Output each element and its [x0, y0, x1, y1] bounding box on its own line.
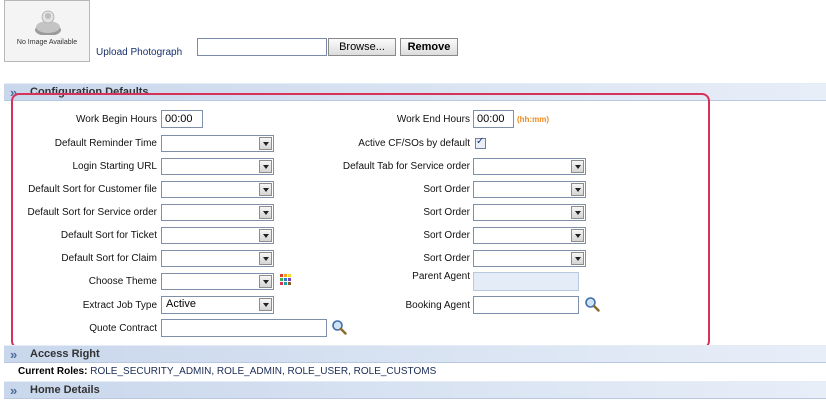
sort-order-label-2: Sort Order — [423, 207, 470, 218]
current-roles-value: ROLE_SECURITY_ADMIN, ROLE_ADMIN, ROLE_US… — [90, 366, 437, 377]
chevron-icon: » — [10, 383, 17, 398]
sort-service-select[interactable] — [161, 204, 274, 221]
choose-theme-select[interactable] — [161, 273, 274, 290]
time-format-hint: (hh:mm) — [517, 115, 549, 124]
extract-job-select[interactable]: Active — [161, 296, 274, 314]
sort-order-select-1[interactable] — [473, 181, 586, 198]
parent-agent-field — [473, 272, 579, 291]
remove-button[interactable]: Remove — [400, 38, 458, 56]
sort-customer-select[interactable] — [161, 181, 274, 198]
dropdown-arrow-icon[interactable] — [259, 229, 272, 242]
sort-claim-select[interactable] — [161, 250, 274, 267]
sort-customer-label: Default Sort for Customer file — [28, 184, 157, 195]
theme-palette-icon[interactable] — [280, 274, 291, 285]
dropdown-arrow-icon[interactable] — [259, 298, 272, 311]
work-begin-label: Work Begin Hours — [76, 114, 157, 125]
booking-agent-label: Booking Agent — [405, 300, 471, 311]
sort-claim-label: Default Sort for Claim — [61, 253, 157, 264]
dropdown-arrow-icon[interactable] — [571, 183, 584, 196]
dropdown-arrow-icon[interactable] — [259, 183, 272, 196]
sort-ticket-label: Default Sort for Ticket — [60, 230, 157, 241]
sort-order-label-4: Sort Order — [423, 253, 470, 264]
section-title: Access Right — [30, 348, 100, 360]
work-end-input[interactable]: 00:00 — [473, 110, 514, 128]
sort-service-label: Default Sort for Service order — [27, 207, 158, 218]
search-icon[interactable] — [331, 319, 347, 335]
extract-job-label: Extract Job Type — [82, 300, 157, 311]
dropdown-arrow-icon[interactable] — [259, 137, 272, 150]
quote-contract-input[interactable] — [161, 319, 327, 337]
reminder-time-select[interactable] — [161, 135, 274, 152]
current-roles-label: Current Roles: — [18, 366, 88, 377]
work-begin-input[interactable]: 00:00 — [161, 110, 203, 128]
parent-agent-label: Parent Agent — [412, 271, 470, 282]
sort-order-label-3: Sort Order — [423, 230, 470, 241]
dropdown-arrow-icon[interactable] — [571, 160, 584, 173]
dropdown-arrow-icon[interactable] — [259, 206, 272, 219]
quote-contract-label: Quote Contract — [89, 323, 157, 334]
work-end-label: Work End Hours — [396, 114, 470, 125]
person-icon — [35, 10, 61, 35]
current-roles-line: Current Roles: ROLE_SECURITY_ADMIN, ROLE… — [18, 366, 436, 377]
photo-file-input[interactable] — [197, 38, 327, 56]
dropdown-arrow-icon[interactable] — [259, 160, 272, 173]
sort-order-select-2[interactable] — [473, 204, 586, 221]
chevron-icon: » — [10, 347, 17, 362]
sort-order-select-4[interactable] — [473, 250, 586, 267]
dropdown-arrow-icon[interactable] — [571, 229, 584, 242]
default-tab-select[interactable] — [473, 158, 586, 175]
login-url-select[interactable] — [161, 158, 274, 175]
sort-order-select-3[interactable] — [473, 227, 586, 244]
sort-ticket-select[interactable] — [161, 227, 274, 244]
dropdown-arrow-icon[interactable] — [571, 252, 584, 265]
reminder-time-label: Default Reminder Time — [54, 138, 157, 149]
section-title: Home Details — [30, 384, 100, 396]
active-cf-label: Active CF/SOs by default — [358, 138, 470, 149]
login-url-label: Login Starting URL — [72, 161, 158, 172]
search-icon[interactable] — [584, 296, 600, 312]
access-right-header[interactable]: » Access Right — [4, 345, 826, 363]
upload-photograph-label: Upload Photograph — [96, 47, 183, 58]
active-cf-checkbox[interactable] — [475, 136, 486, 149]
photo-placeholder: No Image Available — [4, 0, 90, 62]
choose-theme-label: Choose Theme — [88, 276, 157, 287]
no-image-caption: No Image Available — [16, 39, 78, 46]
sort-order-label-1: Sort Order — [423, 184, 470, 195]
browse-button[interactable]: Browse... — [328, 38, 396, 56]
dropdown-arrow-icon[interactable] — [571, 206, 584, 219]
home-details-header[interactable]: » Home Details — [4, 381, 826, 399]
booking-agent-input[interactable] — [473, 296, 579, 314]
dropdown-arrow-icon[interactable] — [259, 275, 272, 288]
dropdown-arrow-icon[interactable] — [259, 252, 272, 265]
default-tab-label: Default Tab for Service order — [342, 161, 470, 172]
